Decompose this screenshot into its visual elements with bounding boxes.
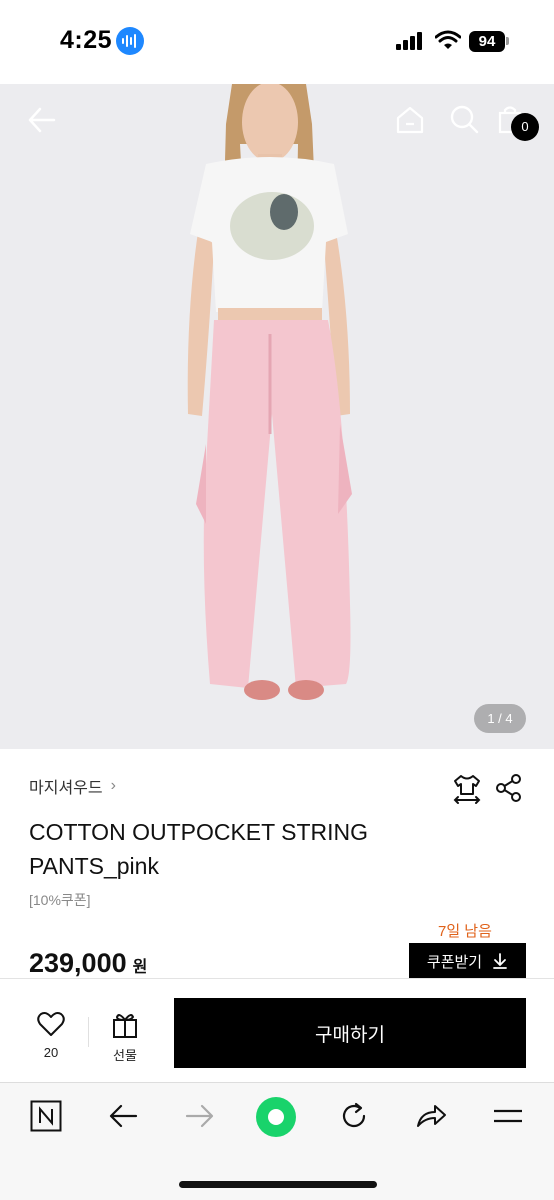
- signal-icon: [396, 32, 422, 50]
- wifi-icon: [435, 30, 461, 49]
- battery-tip: [506, 37, 509, 45]
- image-pager: 1 / 4: [474, 704, 526, 733]
- product-image[interactable]: [0, 84, 554, 749]
- heart-icon: [37, 1012, 65, 1036]
- model-photo: [0, 84, 554, 749]
- buy-button-label: 구매하기: [315, 1024, 385, 1046]
- voice-memo-icon: [116, 27, 144, 55]
- product-title-line2: PANTS_pink: [29, 853, 159, 879]
- chevron-right-icon: ›: [110, 777, 116, 794]
- like-count: 20: [43, 1045, 59, 1060]
- like-button[interactable]: 20: [30, 1011, 72, 1061]
- cart-count-badge[interactable]: 0: [511, 113, 539, 141]
- naver-n-icon[interactable]: [30, 1100, 62, 1132]
- price-unit: 원: [132, 959, 148, 976]
- status-bar: 4:25 94: [0, 0, 554, 84]
- price-value: 239,000: [29, 948, 127, 978]
- coupon-note: [10%쿠폰]: [29, 892, 91, 908]
- back-arrow-icon[interactable]: [26, 104, 58, 136]
- gift-label: 선물: [113, 1048, 137, 1063]
- brand-name: 마지셔우드: [29, 780, 103, 797]
- get-coupon-button[interactable]: 쿠폰받기: [409, 943, 526, 979]
- buy-button[interactable]: 구매하기: [174, 998, 526, 1068]
- download-icon: [493, 953, 507, 969]
- product-title-line1: COTTON OUTPOCKET STRING: [29, 819, 369, 845]
- coupon-days-left: 7일 남음: [438, 923, 492, 940]
- status-time: 4:25: [60, 26, 113, 54]
- purchase-action-bar: 20 선물 구매하기: [0, 978, 554, 1082]
- green-circle-icon[interactable]: [255, 1096, 297, 1138]
- share-arrow-icon[interactable]: [415, 1100, 447, 1132]
- tshirt-size-icon[interactable]: [452, 773, 482, 805]
- product-title: COTTON OUTPOCKET STRING PANTS_pink: [29, 815, 449, 883]
- get-coupon-label: 쿠폰받기: [426, 953, 483, 971]
- battery-icon: 94: [469, 31, 505, 52]
- refresh-icon[interactable]: [338, 1100, 370, 1132]
- gift-icon: [113, 1014, 137, 1038]
- home-icon[interactable]: [394, 104, 426, 136]
- price: 239,000 원: [29, 948, 147, 979]
- search-icon[interactable]: [449, 104, 479, 134]
- home-indicator: [179, 1181, 377, 1188]
- divider: [88, 1017, 89, 1047]
- gift-button[interactable]: 선물: [104, 1011, 146, 1063]
- back-icon[interactable]: [108, 1100, 138, 1132]
- forward-icon[interactable]: [185, 1100, 215, 1132]
- menu-icon[interactable]: [492, 1100, 524, 1132]
- brand-link[interactable]: 마지셔우드 ›: [29, 774, 116, 798]
- share-icon[interactable]: [495, 773, 523, 803]
